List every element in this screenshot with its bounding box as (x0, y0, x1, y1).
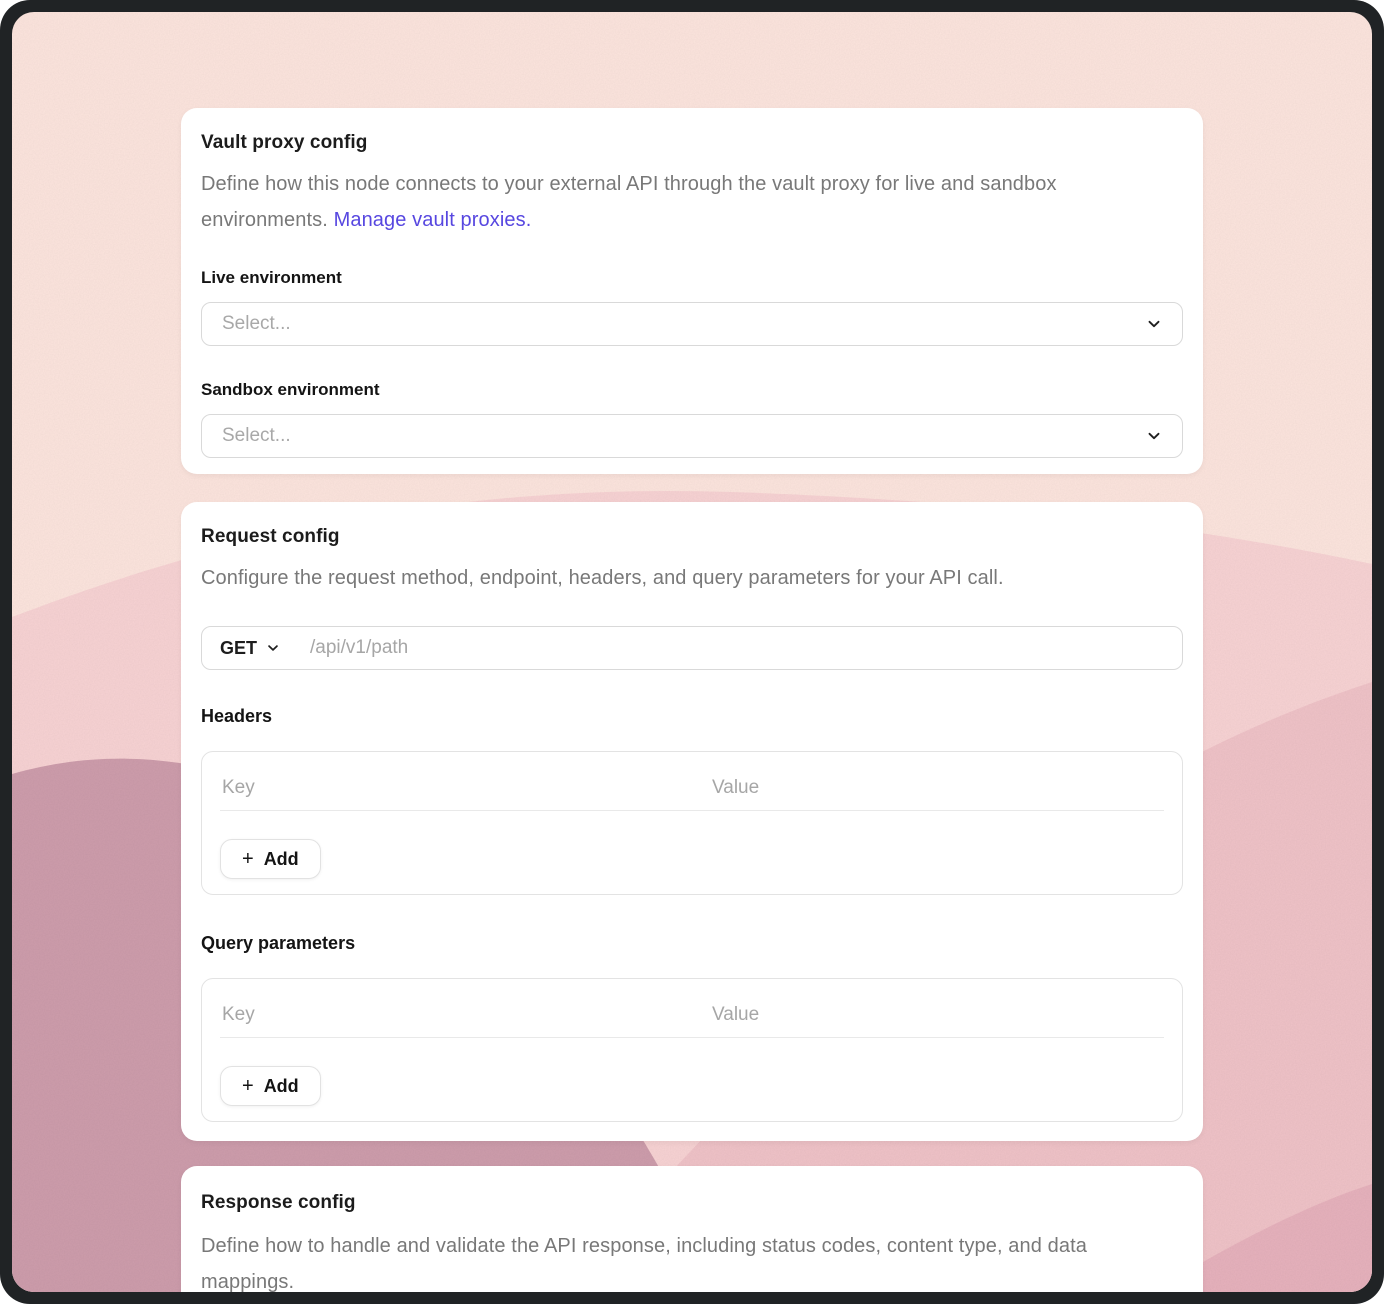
header-key-input[interactable] (220, 776, 672, 800)
response-card-title: Response config (201, 1192, 1183, 1214)
vault-description-text: Define how this node connects to your ex… (201, 173, 975, 195)
vault-card-title: Vault proxy config (201, 132, 1183, 154)
query-value-input[interactable] (692, 1003, 1162, 1027)
chevron-down-icon (1146, 316, 1162, 332)
vault-card-description: Define how this node connects to your ex… (201, 166, 1183, 238)
sandbox-environment-select-value: Select... (222, 425, 291, 447)
headers-label: Headers (201, 706, 1183, 727)
request-card-description: Configure the request method, endpoint, … (201, 560, 1183, 596)
add-header-button[interactable]: + Add (220, 839, 321, 879)
response-config-card: Response config Define how to handle and… (181, 1166, 1203, 1292)
manage-vault-proxies-link[interactable]: Manage vault proxies. (334, 209, 532, 231)
add-query-parameter-button-label: Add (264, 1076, 299, 1097)
plus-icon: + (242, 1076, 254, 1096)
headers-key-value-row (220, 766, 1164, 811)
sandbox-environment-select[interactable]: Select... (201, 414, 1183, 458)
chevron-down-icon (266, 641, 280, 655)
http-method-select[interactable]: GET (218, 638, 282, 659)
app-background: Vault proxy config Define how this node … (12, 12, 1372, 1292)
request-config-card: Request config Configure the request met… (181, 502, 1203, 1141)
chevron-down-icon (1146, 428, 1162, 444)
sandbox-environment-label: Sandbox environment (201, 380, 1183, 400)
headers-editor: + Add (201, 751, 1183, 895)
live-environment-label: Live environment (201, 268, 1183, 288)
config-panel: Vault proxy config Define how this node … (181, 108, 1203, 1292)
header-value-input[interactable] (692, 776, 1162, 800)
response-card-description: Define how to handle and validate the AP… (201, 1228, 1183, 1292)
request-endpoint-row: GET (201, 626, 1183, 670)
live-environment-select-value: Select... (222, 313, 291, 335)
live-environment-select[interactable]: Select... (201, 302, 1183, 346)
plus-icon: + (242, 849, 254, 869)
add-header-button-label: Add (264, 849, 299, 870)
device-frame: Vault proxy config Define how this node … (0, 0, 1384, 1304)
request-card-title: Request config (201, 526, 1183, 548)
query-parameters-editor: + Add (201, 978, 1183, 1122)
http-method-value: GET (220, 638, 257, 659)
vault-proxy-config-card: Vault proxy config Define how this node … (181, 108, 1203, 474)
query-key-value-row (220, 993, 1164, 1038)
endpoint-path-input[interactable] (308, 636, 1166, 660)
query-parameters-label: Query parameters (201, 933, 1183, 954)
query-key-input[interactable] (220, 1003, 672, 1027)
add-query-parameter-button[interactable]: + Add (220, 1066, 321, 1106)
